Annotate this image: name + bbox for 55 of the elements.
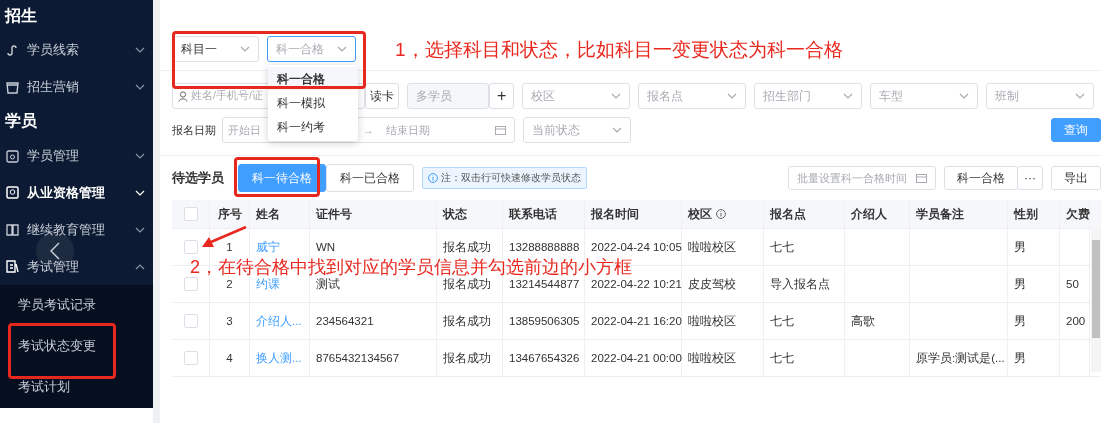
table-cell: 男 (1014, 276, 1026, 292)
table-cell: 1 (226, 241, 233, 253)
sidebar-heading: 学员 (4, 111, 38, 132)
table-cell: 啦啦校区 (688, 350, 736, 366)
table-cell: 原学员:测试是(... (916, 350, 1005, 366)
table-cell: 2022-04-21 16:20 (591, 315, 682, 327)
column-header: 校区 (688, 206, 712, 222)
table-cell: 男 (1014, 239, 1026, 255)
date-label: 报名日期 (172, 122, 216, 138)
table-cell: 测试 (316, 276, 340, 292)
column-header: 状态 (443, 206, 467, 222)
column-header: 介绍人 (851, 206, 887, 222)
table-cell: 2022-04-21 00:00 (591, 352, 682, 364)
annotation-text: 2，在待合格中找到对应的学员信息并勾选前边的小方框 (190, 258, 632, 278)
table-cell: WN (316, 241, 336, 253)
table-cell: 报名成功 (443, 276, 491, 292)
table-cell: 2 (226, 278, 233, 290)
table-cell: 报名成功 (443, 350, 491, 366)
annotation-text: 1，选择科目和状态，比如科目一变更状态为科一合格 (395, 40, 843, 61)
table-cell: 3 (226, 315, 233, 327)
column-header: 学员备注 (916, 206, 964, 222)
table-cell: 皮皮驾校 (688, 276, 736, 292)
section-title: 待选学员 (172, 169, 224, 187)
table-cell: 2022-04-24 10:05 (591, 241, 682, 253)
table-cell: 报名成功 (443, 313, 491, 329)
column-header: 联系电话 (509, 206, 557, 222)
column-header: 序号 (217, 206, 242, 222)
table-cell: 啦啦校区 (688, 313, 736, 329)
table-cell: 13214544877 (509, 278, 580, 290)
column-header: 报名时间 (591, 206, 639, 222)
table-cell: 高歌 (851, 313, 875, 329)
column-header: 证件号 (316, 206, 352, 222)
table-cell: 啦啦校区 (688, 239, 736, 255)
table-cell: 13467654326 (509, 352, 580, 364)
table-cell: 2022-04-22 10:21 (591, 278, 682, 290)
table-cell: 男 (1014, 313, 1026, 329)
table-cell: 13288888888 (509, 241, 580, 253)
table-cell: 七七 (770, 239, 794, 255)
table-cell: 200 (1066, 315, 1086, 327)
table-cell: 8765432134567 (316, 352, 400, 364)
table-cell: 报名成功 (443, 239, 491, 255)
note-tag: 注：双击行可快速修改学员状态 (422, 167, 587, 189)
table-cell: 4 (226, 352, 233, 364)
table-cell: 234564321 (316, 315, 374, 327)
column-header: 报名点 (770, 206, 806, 222)
column-header: 欠费 (1066, 206, 1090, 222)
table-cell: 13859506305 (509, 315, 580, 327)
table-cell: 50 (1066, 278, 1079, 290)
sidebar-heading: 招生 (3, 5, 38, 26)
table-cell: 男 (1014, 350, 1026, 366)
column-header: 性别 (1014, 206, 1038, 222)
table-cell: 七七 (770, 313, 794, 329)
table-cell: 七七 (770, 350, 794, 366)
column-header: 姓名 (256, 206, 280, 222)
table-cell: 导入报名点 (770, 276, 830, 292)
